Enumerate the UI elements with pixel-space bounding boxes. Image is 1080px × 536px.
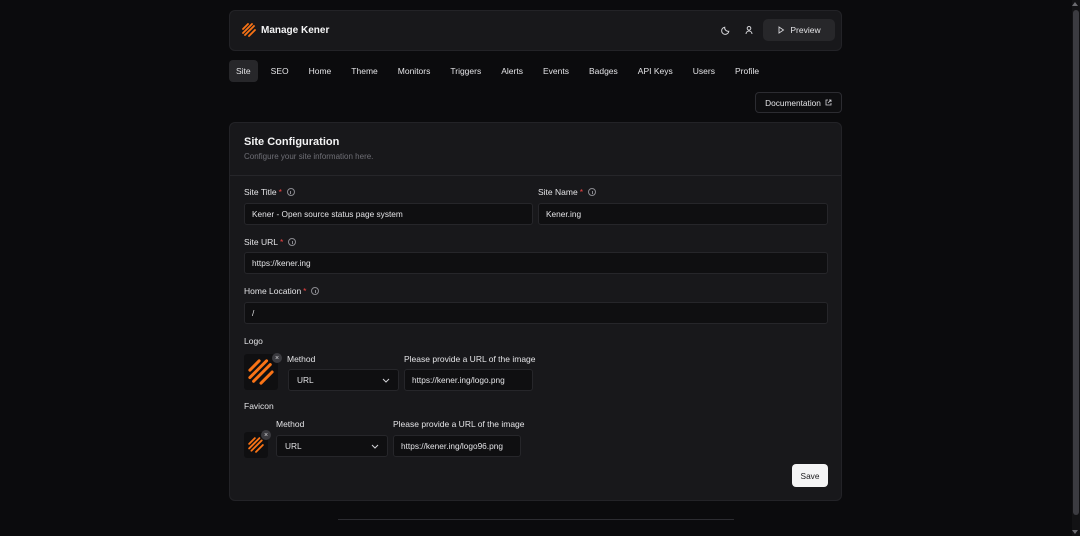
preview-button[interactable]: Preview: [763, 19, 835, 41]
tab-users[interactable]: Users: [686, 60, 722, 82]
site-name-input[interactable]: Kener.ing: [538, 203, 828, 225]
site-url-label: Site URL *: [244, 237, 297, 247]
brand[interactable]: Manage Kener: [242, 23, 329, 37]
app-title: Manage Kener: [261, 24, 330, 36]
site-title-label-text: Site Title: [244, 187, 277, 197]
site-title-input[interactable]: Kener - Open source status page system: [244, 203, 533, 225]
favicon-method-label: Method: [276, 419, 305, 429]
card-subtitle: Configure your site information here.: [244, 152, 374, 161]
tab-monitors[interactable]: Monitors: [391, 60, 438, 82]
required-mark: *: [579, 187, 583, 197]
tab-home[interactable]: Home: [302, 60, 339, 82]
user-icon[interactable]: [740, 21, 758, 39]
scroll-down-arrow-icon[interactable]: [1072, 530, 1078, 534]
chevron-down-icon: [382, 378, 390, 383]
site-url-label-text: Site URL: [244, 237, 279, 247]
info-icon[interactable]: [311, 287, 320, 295]
favicon-url-label: Please provide a URL of the image: [393, 419, 525, 429]
favicon-method-select[interactable]: URL: [276, 435, 388, 457]
tab-seo[interactable]: SEO: [264, 60, 296, 82]
documentation-label: Documentation: [765, 97, 821, 108]
favicon-url-input[interactable]: https://kener.ing/logo96.png: [393, 435, 521, 457]
tab-site[interactable]: Site: [229, 60, 258, 82]
tab-api-keys[interactable]: API Keys: [631, 60, 680, 82]
info-icon[interactable]: [286, 188, 295, 196]
favicon-label: Favicon: [244, 401, 274, 411]
required-mark: *: [278, 187, 282, 197]
documentation-button[interactable]: Documentation: [755, 92, 842, 113]
admin-tabs: Site SEO Home Theme Monitors Triggers Al…: [229, 60, 772, 82]
logo-url-label: Please provide a URL of the image: [404, 354, 536, 364]
info-icon[interactable]: [288, 238, 297, 246]
kener-logo-icon: [242, 23, 256, 37]
home-location-label-text: Home Location: [244, 286, 302, 296]
kener-favicon-icon: [248, 437, 264, 453]
home-location-label: Home Location *: [244, 286, 320, 296]
logo-method-select[interactable]: URL: [288, 369, 399, 391]
logo-method-value: URL: [297, 375, 314, 385]
required-mark: *: [303, 286, 307, 296]
external-link-icon: [825, 99, 832, 106]
tab-events[interactable]: Events: [536, 60, 576, 82]
site-name-label: Site Name *: [538, 187, 596, 197]
play-icon: [778, 26, 785, 34]
moon-icon[interactable]: [717, 21, 735, 39]
required-mark: *: [280, 237, 284, 247]
tab-badges[interactable]: Badges: [582, 60, 625, 82]
card-title: Site Configuration: [244, 136, 340, 148]
preview-label: Preview: [790, 25, 821, 35]
card-header: Site Configuration Configure your site i…: [230, 123, 841, 176]
remove-favicon-button[interactable]: ×: [261, 430, 271, 440]
home-location-input[interactable]: /: [244, 302, 828, 324]
tab-alerts[interactable]: Alerts: [494, 60, 530, 82]
tab-profile[interactable]: Profile: [728, 60, 766, 82]
site-title-label: Site Title *: [244, 187, 295, 197]
logo-method-label: Method: [287, 354, 316, 364]
site-url-input[interactable]: https://kener.ing: [244, 252, 828, 274]
logo-label: Logo: [244, 336, 263, 346]
scroll-up-arrow-icon[interactable]: [1072, 2, 1078, 6]
info-icon[interactable]: [588, 188, 596, 196]
chevron-down-icon: [371, 444, 379, 449]
logo-url-input[interactable]: https://kener.ing/logo.png: [404, 369, 533, 391]
kener-logo-icon: [248, 359, 274, 385]
tab-triggers[interactable]: Triggers: [443, 60, 488, 82]
save-button[interactable]: Save: [792, 464, 828, 487]
app-header: Manage Kener Preview: [229, 10, 842, 51]
scrollbar-thumb[interactable]: [1073, 10, 1079, 515]
site-configuration-card: Site Configuration Configure your site i…: [229, 122, 842, 501]
favicon-method-value: URL: [285, 441, 302, 451]
site-name-label-text: Site Name: [538, 187, 578, 197]
remove-logo-button[interactable]: ×: [272, 353, 282, 363]
tab-theme[interactable]: Theme: [344, 60, 384, 82]
footer-divider: [338, 519, 734, 520]
